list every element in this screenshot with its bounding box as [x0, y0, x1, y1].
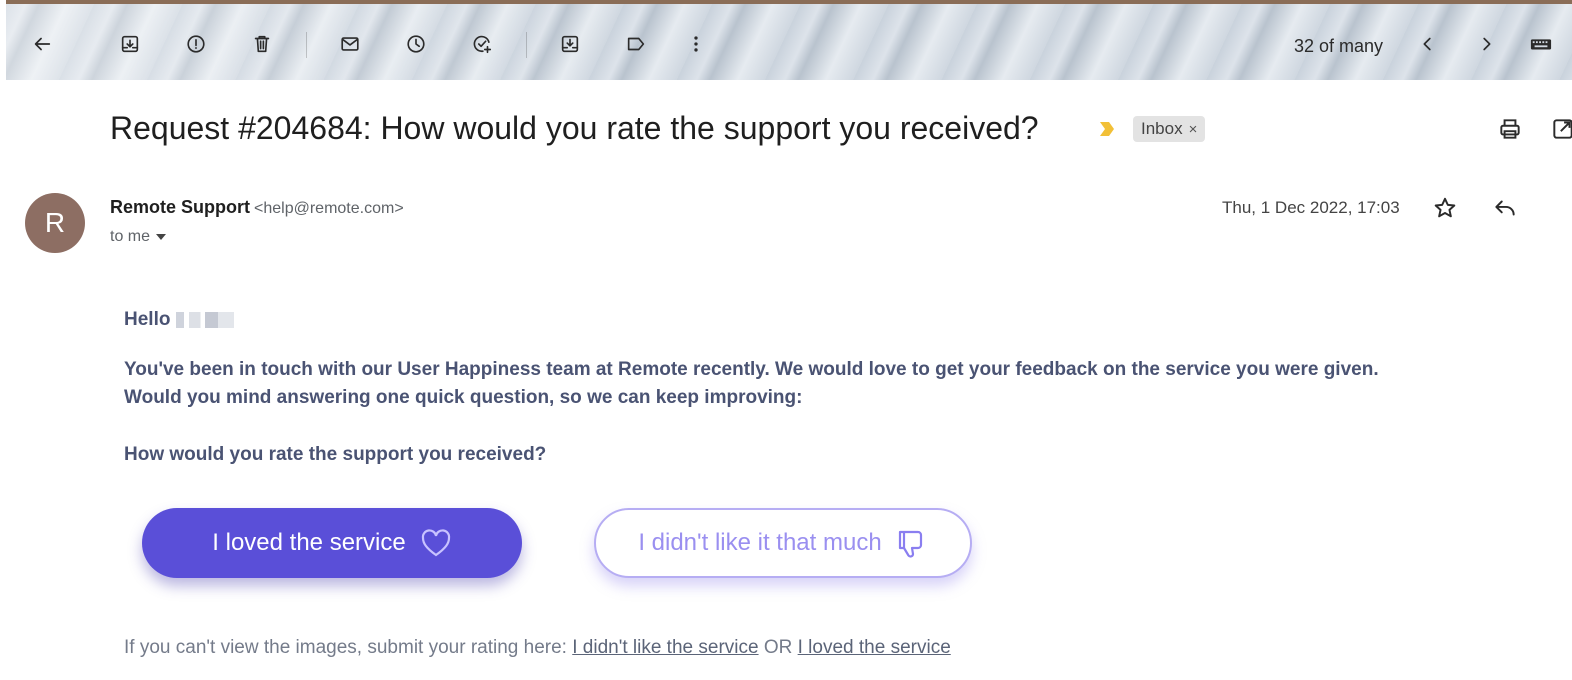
body-paragraph-line-2: Would you mind answering one quick quest…	[124, 387, 803, 408]
greeting-text: Hello	[124, 309, 171, 330]
email-subject: Request #204684: How would you rate the …	[110, 110, 1039, 146]
greeting-line: Hello	[124, 309, 235, 331]
fallback-prefix: If you can't view the images, submit you…	[124, 637, 567, 658]
open-in-new-window-icon[interactable]	[1550, 116, 1572, 146]
move-to-icon[interactable]	[556, 30, 584, 58]
importance-marker-icon[interactable]	[1098, 121, 1116, 137]
fallback-dislike-link[interactable]: I didn't like the service	[572, 637, 758, 658]
label-icon[interactable]	[622, 30, 650, 58]
sender-name[interactable]: Remote Support	[110, 197, 250, 217]
redacted-name	[176, 312, 235, 328]
delete-icon[interactable]	[248, 30, 276, 58]
loved-service-button[interactable]: I loved the service	[142, 508, 522, 578]
heart-icon	[421, 529, 450, 557]
remove-label-icon[interactable]: ×	[1189, 121, 1198, 138]
label-chip-text: Inbox	[1141, 119, 1183, 138]
show-details-caret-icon[interactable]	[156, 234, 167, 240]
keyboard-icon[interactable]	[1526, 30, 1556, 58]
fallback-rating-line: If you can't view the images, submit you…	[124, 637, 951, 659]
add-to-tasks-icon[interactable]	[468, 30, 496, 58]
sender-avatar[interactable]: R	[25, 193, 85, 253]
inbox-label-chip[interactable]: Inbox ×	[1133, 116, 1206, 142]
more-options-icon[interactable]	[682, 30, 710, 58]
recipient-line: to me	[110, 228, 167, 246]
email-date: Thu, 1 Dec 2022, 17:03	[1222, 198, 1400, 217]
disliked-service-button[interactable]: I didn't like it that much	[594, 508, 972, 578]
snooze-icon[interactable]	[402, 30, 430, 58]
star-icon[interactable]	[1432, 195, 1460, 223]
sender-email: <help@remote.com>	[254, 200, 404, 217]
prev-chevron-icon[interactable]	[1414, 30, 1442, 58]
recipient-text: to me	[110, 228, 151, 245]
mark-unread-icon[interactable]	[336, 30, 364, 58]
back-arrow-icon[interactable]	[28, 30, 56, 58]
next-chevron-icon[interactable]	[1472, 30, 1500, 58]
archive-icon[interactable]	[116, 30, 144, 58]
disliked-service-label: I didn't like it that much	[638, 529, 882, 556]
report-spam-icon[interactable]	[182, 30, 210, 58]
loved-service-label: I loved the service	[212, 529, 406, 556]
pagination-count: 32 of many	[1294, 36, 1384, 56]
sender-line: Remote Support <help@remote.com>	[110, 197, 404, 218]
rating-question: How would you rate the support you recei…	[124, 444, 547, 465]
fallback-love-link[interactable]: I loved the service	[798, 637, 951, 658]
print-icon[interactable]	[1497, 116, 1527, 146]
message-toolbar: 32 of many	[6, 0, 1572, 80]
body-paragraph-line-1: You've been in touch with our User Happi…	[124, 359, 1379, 380]
reply-icon[interactable]	[1492, 195, 1520, 223]
toolbar-divider	[306, 32, 307, 58]
fallback-or: OR	[763, 637, 793, 658]
toolbar-divider	[526, 32, 527, 58]
thumbs-down-icon	[898, 530, 922, 558]
